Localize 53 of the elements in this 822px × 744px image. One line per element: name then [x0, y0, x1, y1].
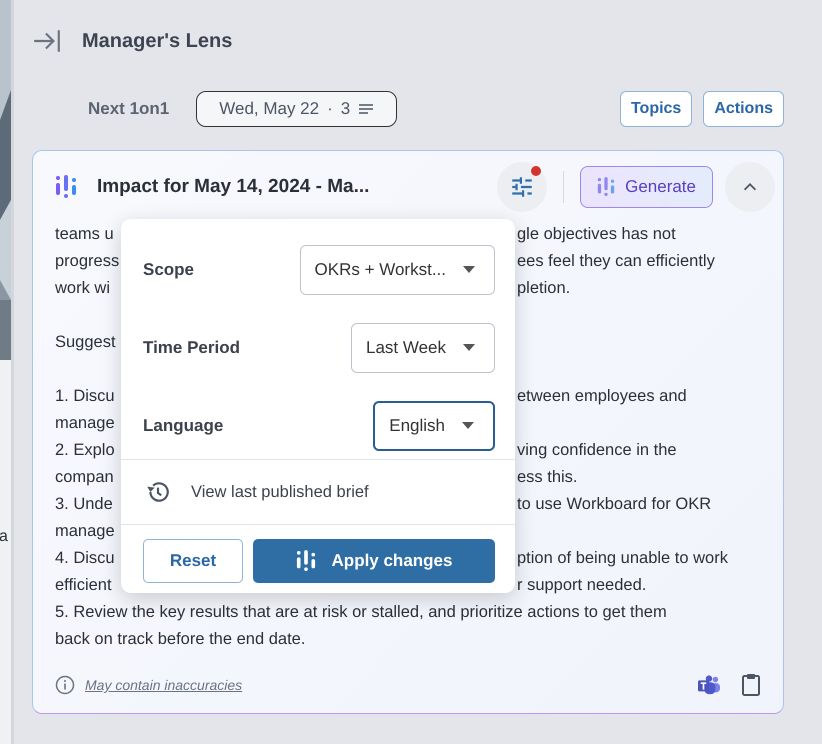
text-fragment: 2. Explo: [55, 440, 115, 461]
panel-title: Manager's Lens: [82, 30, 232, 52]
dropdown-field[interactable]: Last Week: [350, 323, 495, 373]
text-fragment: manage: [55, 413, 115, 434]
field-label: Time Period: [143, 338, 240, 358]
history-icon: [145, 479, 171, 505]
text-fragment: manage: [55, 521, 115, 542]
reset-button[interactable]: Reset: [143, 539, 243, 583]
header-button[interactable]: Topics: [620, 91, 692, 127]
teams-icon[interactable]: [697, 674, 721, 696]
caret-icon: [462, 266, 476, 274]
text-fragment: ees feel they can efficiently: [517, 251, 715, 272]
text-fragment: teams u: [55, 224, 114, 245]
text-fragment: compan: [55, 467, 114, 488]
sparkle-bars-icon: [597, 176, 616, 198]
field-label: Scope: [143, 260, 194, 280]
dropdown-field[interactable]: OKRs + Workst...: [300, 245, 495, 295]
text-fragment: 4. Discu: [55, 548, 115, 569]
text-fragment: ption of being unable to work: [517, 548, 728, 569]
body-text: back on track before the end date.: [55, 630, 306, 648]
dropdown-field[interactable]: English: [373, 401, 495, 451]
text-fragment: 3. Unde: [55, 494, 113, 515]
text-fragment: r support needed.: [517, 575, 646, 596]
sparkle-bars-icon: [296, 549, 316, 573]
text-fragment: gle objectives has not: [517, 224, 676, 245]
collapse-icon[interactable]: [32, 28, 62, 54]
text-fragment: ving confidence in the: [517, 440, 677, 461]
header-button[interactable]: Actions: [703, 91, 784, 127]
sparkle-bars-icon: [55, 174, 77, 200]
text-fragment: a: [0, 528, 9, 546]
text-fragment: 1. Discu: [55, 386, 115, 407]
history-link[interactable]: View last published brief: [191, 482, 369, 502]
info-icon: [55, 675, 75, 695]
generate-button[interactable]: Generate: [580, 166, 713, 208]
apply-button[interactable]: Apply changes: [253, 539, 495, 583]
list-icon: [358, 103, 374, 115]
text-fragment: to use Workboard for OKR: [517, 494, 712, 515]
disclaimer-link[interactable]: May contain inaccuracies: [85, 677, 242, 693]
field-label: Language: [143, 416, 224, 436]
caret-icon: [462, 344, 476, 352]
text-fragment: work wi: [55, 278, 110, 299]
text-fragment: ess this.: [517, 467, 578, 488]
text-fragment: efficient: [55, 575, 112, 596]
brief-title: Impact for May 14, 2024 - Ma...: [97, 176, 370, 198]
clipboard-icon[interactable]: [741, 673, 761, 697]
next-meeting-label: Next 1on1: [88, 99, 170, 119]
caret-icon: [461, 422, 475, 430]
meeting-date-button[interactable]: Wed, May 22 · 3: [196, 91, 398, 127]
text-fragment: pletion.: [517, 278, 570, 299]
text-fragment: progress: [55, 251, 120, 272]
body-text: 5. Review the key results that are at risk or stalled, and prioritize actions to get them: [55, 603, 667, 621]
text-fragment: Suggest: [55, 332, 116, 353]
text-fragment: etween employees and: [517, 386, 687, 407]
